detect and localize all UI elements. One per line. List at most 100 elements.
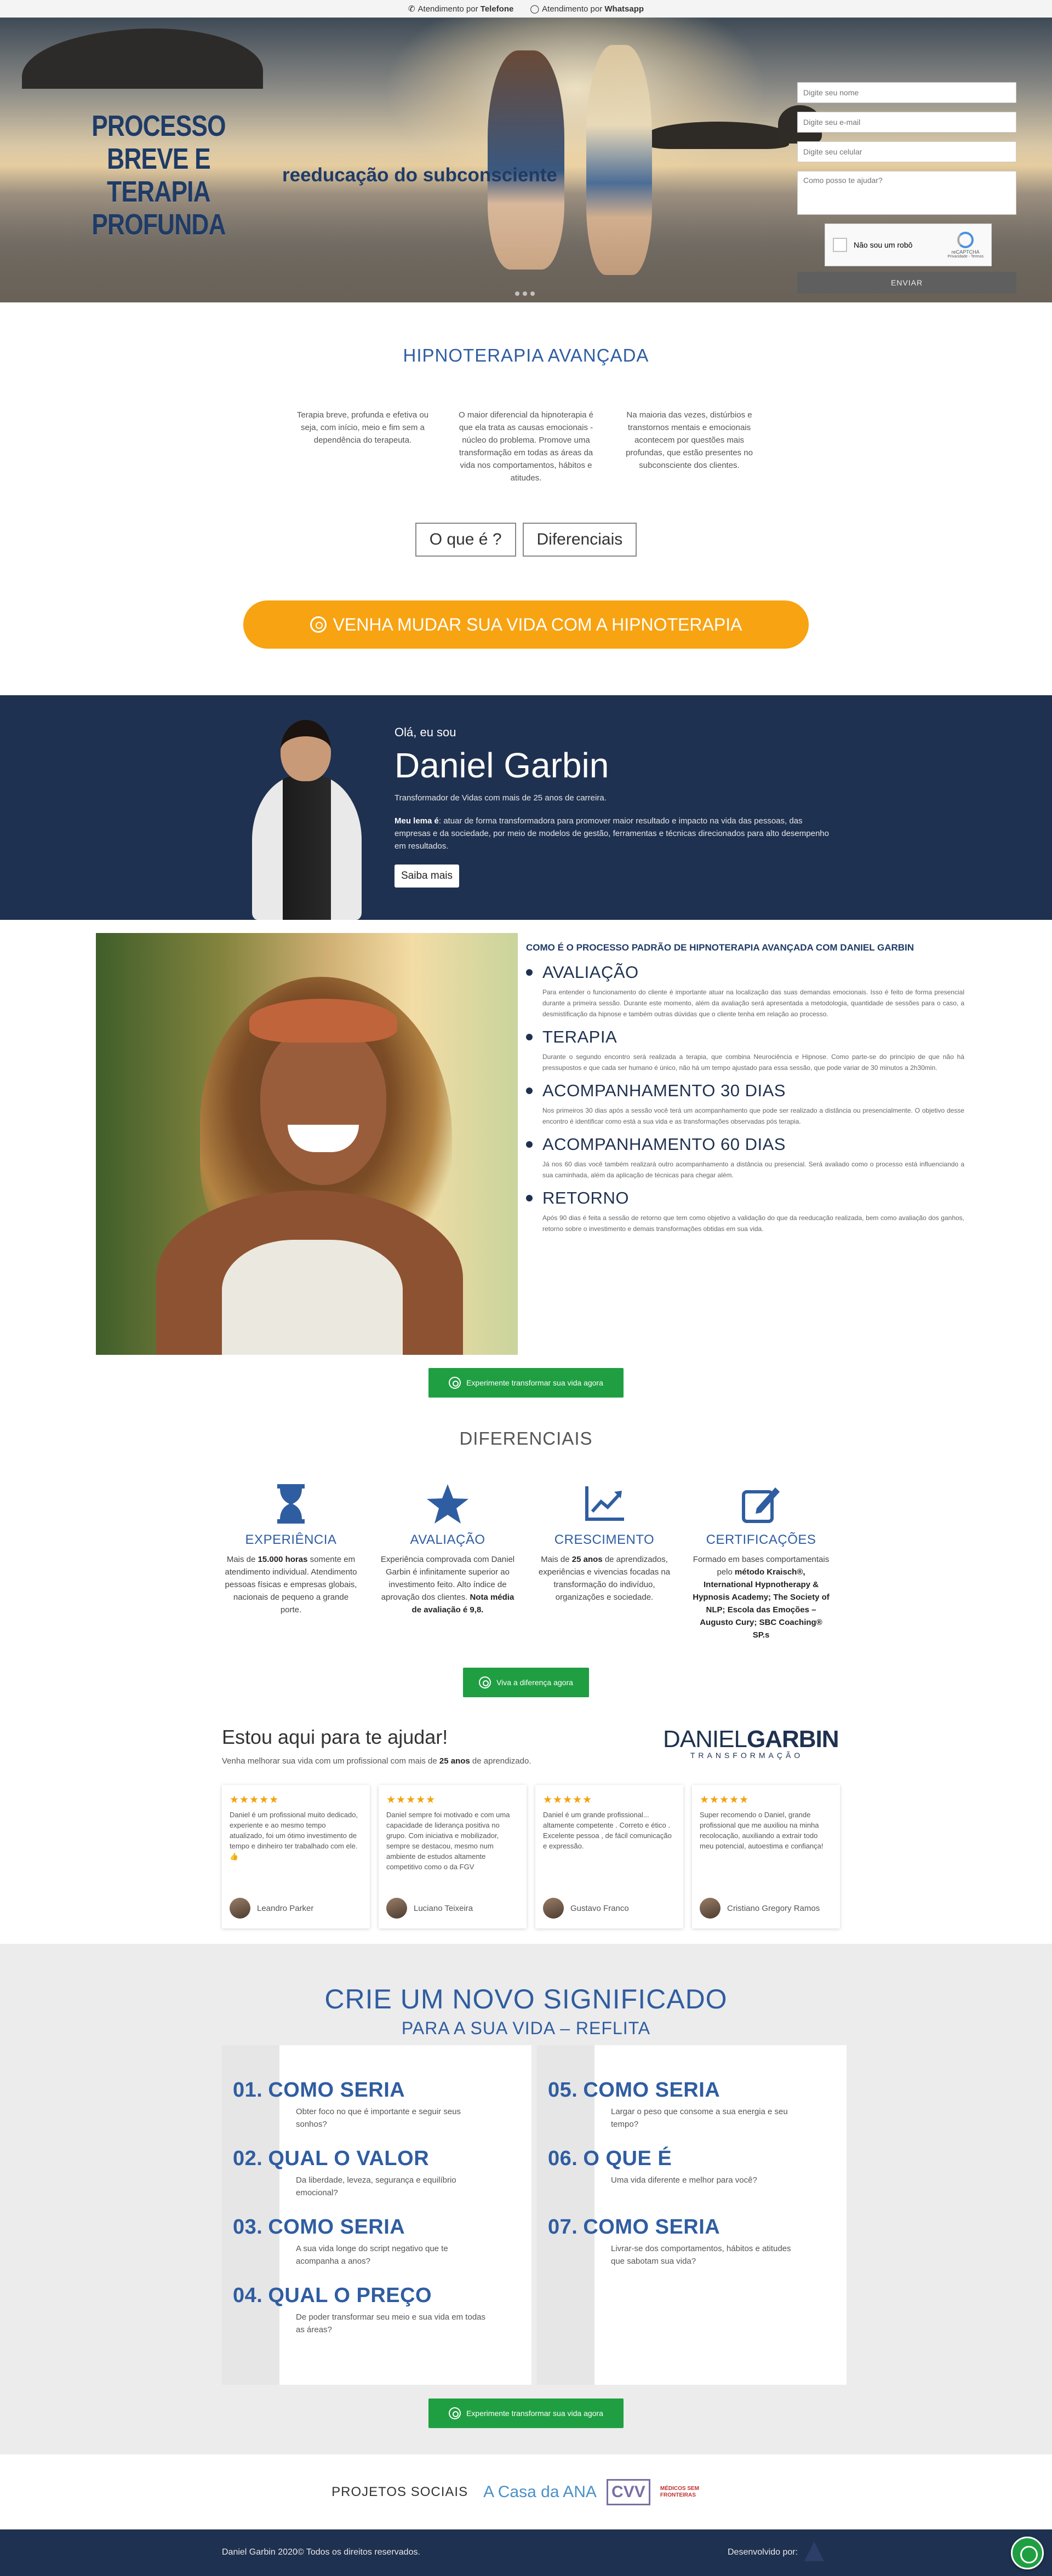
diferenciais-title: DIFERENCIAIS: [459, 1428, 593, 1449]
hourglass-icon: [222, 1482, 359, 1526]
whatsapp-icon: ◯: [530, 4, 540, 14]
cta-whatsapp-button[interactable]: VENHA MUDAR SUA VIDA COM A HIPNOTERAPIA: [243, 600, 809, 649]
send-button[interactable]: ENVIAR: [797, 272, 1016, 294]
review-text: Daniel é um grande profissional... altam…: [543, 1811, 672, 1850]
viva-diferenca-button[interactable]: Viva a diferença agora: [463, 1668, 589, 1697]
cta-label: VENHA MUDAR SUA VIDA COM A HIPNOTERAPIA: [333, 614, 742, 634]
daniel-head: [281, 720, 331, 781]
hipnoterapia-columns: Terapia breve, profunda e efetiva ou sej…: [0, 409, 1052, 484]
certificate-edit-icon: [693, 1482, 830, 1526]
reflection-item: 01. COMO SERIA Obter foco no que é impor…: [233, 2078, 529, 2131]
hipnoterapia-col: Terapia breve, profunda e efetiva ou sej…: [296, 410, 429, 445]
recaptcha-brand: reCAPTCHA: [951, 249, 980, 255]
diferencial-crescimento: CRESCIMENTO Mais de 25 anos de aprendiza…: [536, 1482, 673, 1641]
step-title: RETORNO: [542, 1188, 629, 1207]
hero-rock: [22, 28, 263, 89]
about-subtitle: Transformador de Vidas com mais de 25 an…: [395, 793, 607, 803]
significado-left-column: 01. COMO SERIA Obter foco no que é impor…: [222, 2045, 531, 2385]
social-projects: PROJETOS SOCIAIS A Casa da ANA CVV MÉDIC…: [0, 2454, 1052, 2529]
diferencial-certificacoes: CERTIFICAÇÕES Formado em bases comportam…: [693, 1482, 830, 1641]
hero-title: PROCESSO BREVE E TERAPIA PROFUNDA reeduc…: [58, 110, 557, 241]
rating-stars: ★★★★★: [386, 1794, 436, 1806]
about-name: Daniel Garbin: [395, 746, 609, 785]
diferenciais-cta-wrapper: Viva a diferença agora: [0, 1668, 1052, 1697]
reviewer: Leandro Parker: [230, 1898, 313, 1919]
saiba-mais-button[interactable]: Saiba mais: [395, 865, 459, 888]
whatsapp-contact-link[interactable]: ◯ Atendimento por Whatsapp: [530, 4, 644, 14]
reviewer-name: Luciano Teixeira: [414, 1903, 473, 1913]
diferencial-text: Formado em bases comportamentais pelo mé…: [693, 1555, 830, 1640]
reflection-text: Da liberdade, leveza, segurança e equilí…: [296, 2176, 456, 2197]
star-icon: [379, 1482, 516, 1526]
reviewer: Gustavo Franco: [543, 1898, 629, 1919]
diferencial-text: Mais de 15.000 horas somente em atendime…: [225, 1555, 357, 1615]
step-title: AVALIAÇÃO: [542, 963, 639, 982]
logo-wordmark: DANIELGARBIN: [663, 1726, 839, 1753]
msf-logo[interactable]: MÉDICOS SEM FRONTEIRAS: [660, 2486, 721, 2499]
reflection-text: Largar o peso que consome a sua energia …: [611, 2107, 788, 2129]
review-text: Super recomendo o Daniel, grande profiss…: [700, 1811, 824, 1850]
experimente-button[interactable]: Experimente transformar sua vida agora: [428, 1368, 624, 1398]
phone-input[interactable]: [797, 141, 1016, 162]
daniel-garbin-logo: DANIELGARBIN TRANSFORMAÇÃO: [663, 1726, 839, 1760]
help-header: Estou aqui para te ajudar! Venha melhora…: [222, 1726, 531, 1766]
diferencial-title: EXPERIÊNCIA: [245, 1532, 337, 1547]
reflection-item: 02. QUAL O VALOR Da liberdade, leveza, s…: [233, 2146, 529, 2199]
email-input[interactable]: [797, 112, 1016, 133]
slider-dots: [515, 291, 535, 296]
reviewer-name: Cristiano Gregory Ramos: [727, 1903, 820, 1913]
step-title: ACOMPANHAMENTO 60 DIAS: [542, 1135, 786, 1154]
photo-headscarf: [249, 999, 397, 1043]
footer-copyright: Daniel Garbin 2020© Todos os direitos re…: [222, 2548, 420, 2557]
floating-whatsapp-button[interactable]: [1011, 2537, 1044, 2569]
smiling-woman-photo: [96, 933, 518, 1355]
rating-stars: ★★★★★: [700, 1794, 750, 1806]
casa-da-ana-logo[interactable]: A Casa da ANA: [483, 2483, 597, 2501]
hipnoterapia-title: HIPNOTERAPIA AVANÇADA: [403, 345, 649, 365]
footer: Daniel Garbin 2020© Todos os direitos re…: [0, 2529, 1052, 2576]
name-input[interactable]: [797, 82, 1016, 103]
experimente-button[interactable]: Experimente transformar sua vida agora: [428, 2398, 624, 2428]
review-card: ★★★★★ Daniel é um grande profissional...…: [535, 1785, 683, 1928]
phone-contact-link[interactable]: ✆ Atendimento por Telefone: [408, 4, 513, 14]
review-card: ★★★★★ Daniel sempre foi motivado e com u…: [379, 1785, 527, 1928]
process-step: RETORNO Após 90 dias é feita a sessão de…: [526, 1188, 964, 1234]
developer-logo-icon[interactable]: [804, 2541, 824, 2561]
hero-banner: PROCESSO BREVE E TERAPIA PROFUNDA reeduc…: [0, 18, 1052, 302]
recaptcha-checkbox[interactable]: [833, 238, 847, 252]
message-input[interactable]: [797, 171, 1016, 215]
reviews-list: ★★★★★ Daniel é um profissional muito ded…: [222, 1785, 840, 1928]
reflection-item: 06. O QUE É Uma vida diferente e melhor …: [548, 2146, 844, 2186]
contact-form: Não sou um robô reCAPTCHA Privacidade - …: [797, 82, 1016, 294]
hipnoterapia-tabs: O que é ? Diferenciais: [0, 523, 1052, 557]
phone-icon: ✆: [408, 4, 415, 14]
step-text: Para entender o funcionamento do cliente…: [542, 988, 964, 1018]
review-card: ★★★★★ Daniel é um profissional muito ded…: [222, 1785, 370, 1928]
significado-subtitle: PARA A SUA VIDA – REFLITA: [401, 2018, 651, 2038]
hipnoterapia-section: HIPNOTERAPIA AVANÇADA Terapia breve, pro…: [0, 302, 1052, 649]
slider-dot[interactable]: [515, 291, 519, 296]
avatar: [543, 1898, 564, 1919]
process-steps: AVALIAÇÃO Para entender o funcionamento …: [526, 963, 964, 1234]
avatar: [230, 1898, 250, 1919]
reflection-title: 01. COMO SERIA: [233, 2079, 405, 2102]
reflection-title: 03. COMO SERIA: [233, 2216, 405, 2239]
reflection-text: Livrar-se dos comportamentos, hábitos e …: [611, 2244, 791, 2266]
reviewer: Cristiano Gregory Ramos: [700, 1898, 820, 1919]
tab-o-que-e[interactable]: O que é ?: [415, 523, 516, 557]
reflection-text: Obter foco no que é importante e seguir …: [296, 2107, 461, 2129]
daniel-photo: [247, 720, 370, 920]
recaptcha-links[interactable]: Privacidade - Termos: [947, 255, 984, 259]
slider-dot[interactable]: [530, 291, 535, 296]
step-title: TERAPIA: [542, 1027, 618, 1046]
recaptcha-widget: Não sou um robô reCAPTCHA Privacidade - …: [825, 224, 992, 266]
step-text: Após 90 dias é feita a sessão de retorno…: [542, 1214, 964, 1233]
tab-diferenciais[interactable]: Diferenciais: [522, 523, 637, 557]
process-content: COMO É O PROCESSO PADRÃO DE HIPNOTERAPIA…: [526, 942, 964, 1242]
avatar: [700, 1898, 721, 1919]
review-text: Daniel é um profissional muito dedicado,…: [230, 1811, 358, 1861]
cvv-logo[interactable]: CVV: [606, 2478, 650, 2505]
whatsapp-icon: [310, 616, 327, 633]
recaptcha-icon: [957, 232, 974, 248]
slider-dot[interactable]: [523, 291, 527, 296]
